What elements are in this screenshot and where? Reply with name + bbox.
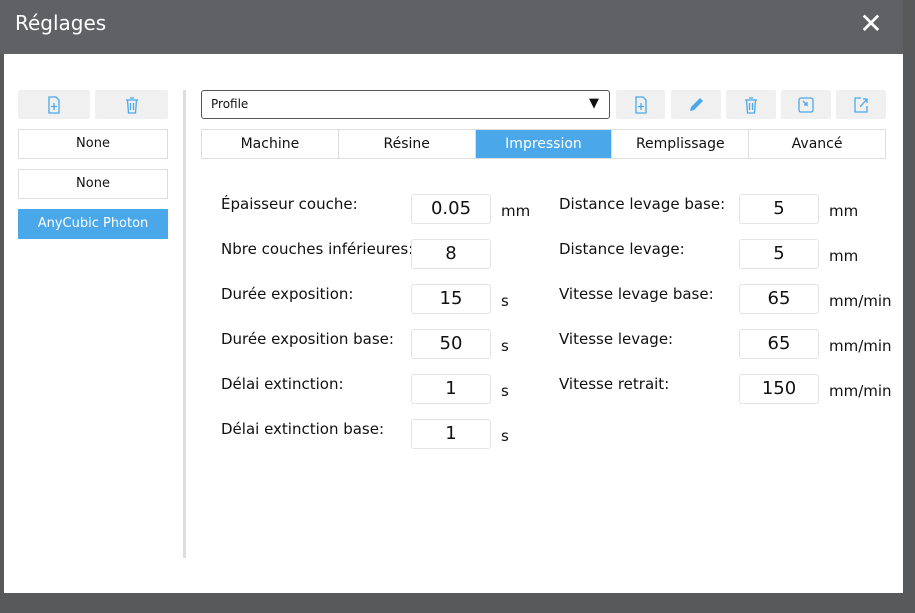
- profile-select-value: Profile: [211, 97, 249, 111]
- tab-remplissage[interactable]: Remplissage: [612, 130, 750, 158]
- field-unit: mm/min: [829, 292, 892, 310]
- import-profile-button[interactable]: [781, 90, 831, 119]
- field-label: Distance levage:: [559, 240, 685, 258]
- field-label: Vitesse levage:: [559, 330, 674, 348]
- new-file-icon: [634, 95, 647, 114]
- field-unit: s: [501, 337, 509, 355]
- field-input[interactable]: 15: [411, 284, 491, 314]
- export-icon: [854, 96, 868, 113]
- field-unit: mm: [829, 202, 859, 220]
- field-label: Délai extinction base:: [221, 420, 385, 438]
- settings-panel: None None AnyCubic Photon Profile ▼ Mach…: [4, 54, 903, 593]
- tab-machine[interactable]: Machine: [202, 130, 339, 158]
- field-label: Distance levage base:: [559, 195, 726, 213]
- field-unit: mm: [829, 247, 859, 265]
- field-unit: s: [501, 292, 509, 310]
- field-label: Vitesse levage base:: [559, 285, 714, 303]
- field-input[interactable]: 150: [739, 374, 819, 404]
- field-unit: mm/min: [829, 382, 892, 400]
- trash-icon: [125, 96, 138, 114]
- field-input[interactable]: 5: [739, 239, 819, 269]
- pencil-icon: [690, 97, 703, 111]
- field-input[interactable]: 1: [411, 374, 491, 404]
- field-unit: s: [501, 427, 509, 445]
- field-input[interactable]: 65: [739, 329, 819, 359]
- tab-resine[interactable]: Résine: [339, 130, 476, 158]
- title-bar: Réglages ✕: [0, 0, 903, 54]
- field-label: Durée exposition base:: [221, 330, 394, 348]
- field-input[interactable]: 8: [411, 239, 491, 269]
- new-file-icon: [48, 95, 60, 114]
- edit-profile-button[interactable]: [671, 90, 721, 119]
- field-input[interactable]: 0.05: [411, 194, 491, 224]
- trash-icon: [745, 96, 757, 114]
- sidebar-item-anycubic-photon[interactable]: AnyCubic Photon: [18, 209, 168, 239]
- import-icon: [798, 96, 814, 113]
- tab-impression[interactable]: Impression: [475, 130, 613, 158]
- divider: [183, 90, 186, 558]
- tab-avance[interactable]: Avancé: [749, 130, 885, 158]
- field-unit: mm/min: [829, 337, 892, 355]
- sidebar-item-none-1[interactable]: None: [18, 129, 168, 159]
- field-label: Épaisseur couche:: [221, 195, 358, 213]
- field-label: Nbre couches inférieures:: [221, 240, 414, 258]
- profile-select[interactable]: Profile ▼: [201, 90, 610, 119]
- field-unit: mm: [501, 202, 531, 220]
- field-label: Délai extinction:: [221, 375, 344, 393]
- field-label: Durée exposition:: [221, 285, 354, 303]
- delete-profile-button[interactable]: [726, 90, 776, 119]
- dropdown-arrow-icon: ▼: [589, 96, 599, 111]
- close-icon[interactable]: ✕: [856, 9, 886, 39]
- export-profile-button[interactable]: [836, 90, 886, 119]
- field-input[interactable]: 1: [411, 419, 491, 449]
- field-input[interactable]: 5: [739, 194, 819, 224]
- settings-tabs: Machine Résine Impression Remplissage Av…: [201, 129, 886, 159]
- sidebar-item-none-2[interactable]: None: [18, 169, 168, 199]
- delete-machine-button[interactable]: [95, 90, 168, 119]
- add-machine-button[interactable]: [18, 90, 90, 119]
- field-input[interactable]: 65: [739, 284, 819, 314]
- field-label: Vitesse retrait:: [559, 375, 670, 393]
- field-unit: s: [501, 382, 509, 400]
- new-profile-button[interactable]: [616, 90, 665, 119]
- window-title: Réglages: [15, 11, 107, 35]
- field-input[interactable]: 50: [411, 329, 491, 359]
